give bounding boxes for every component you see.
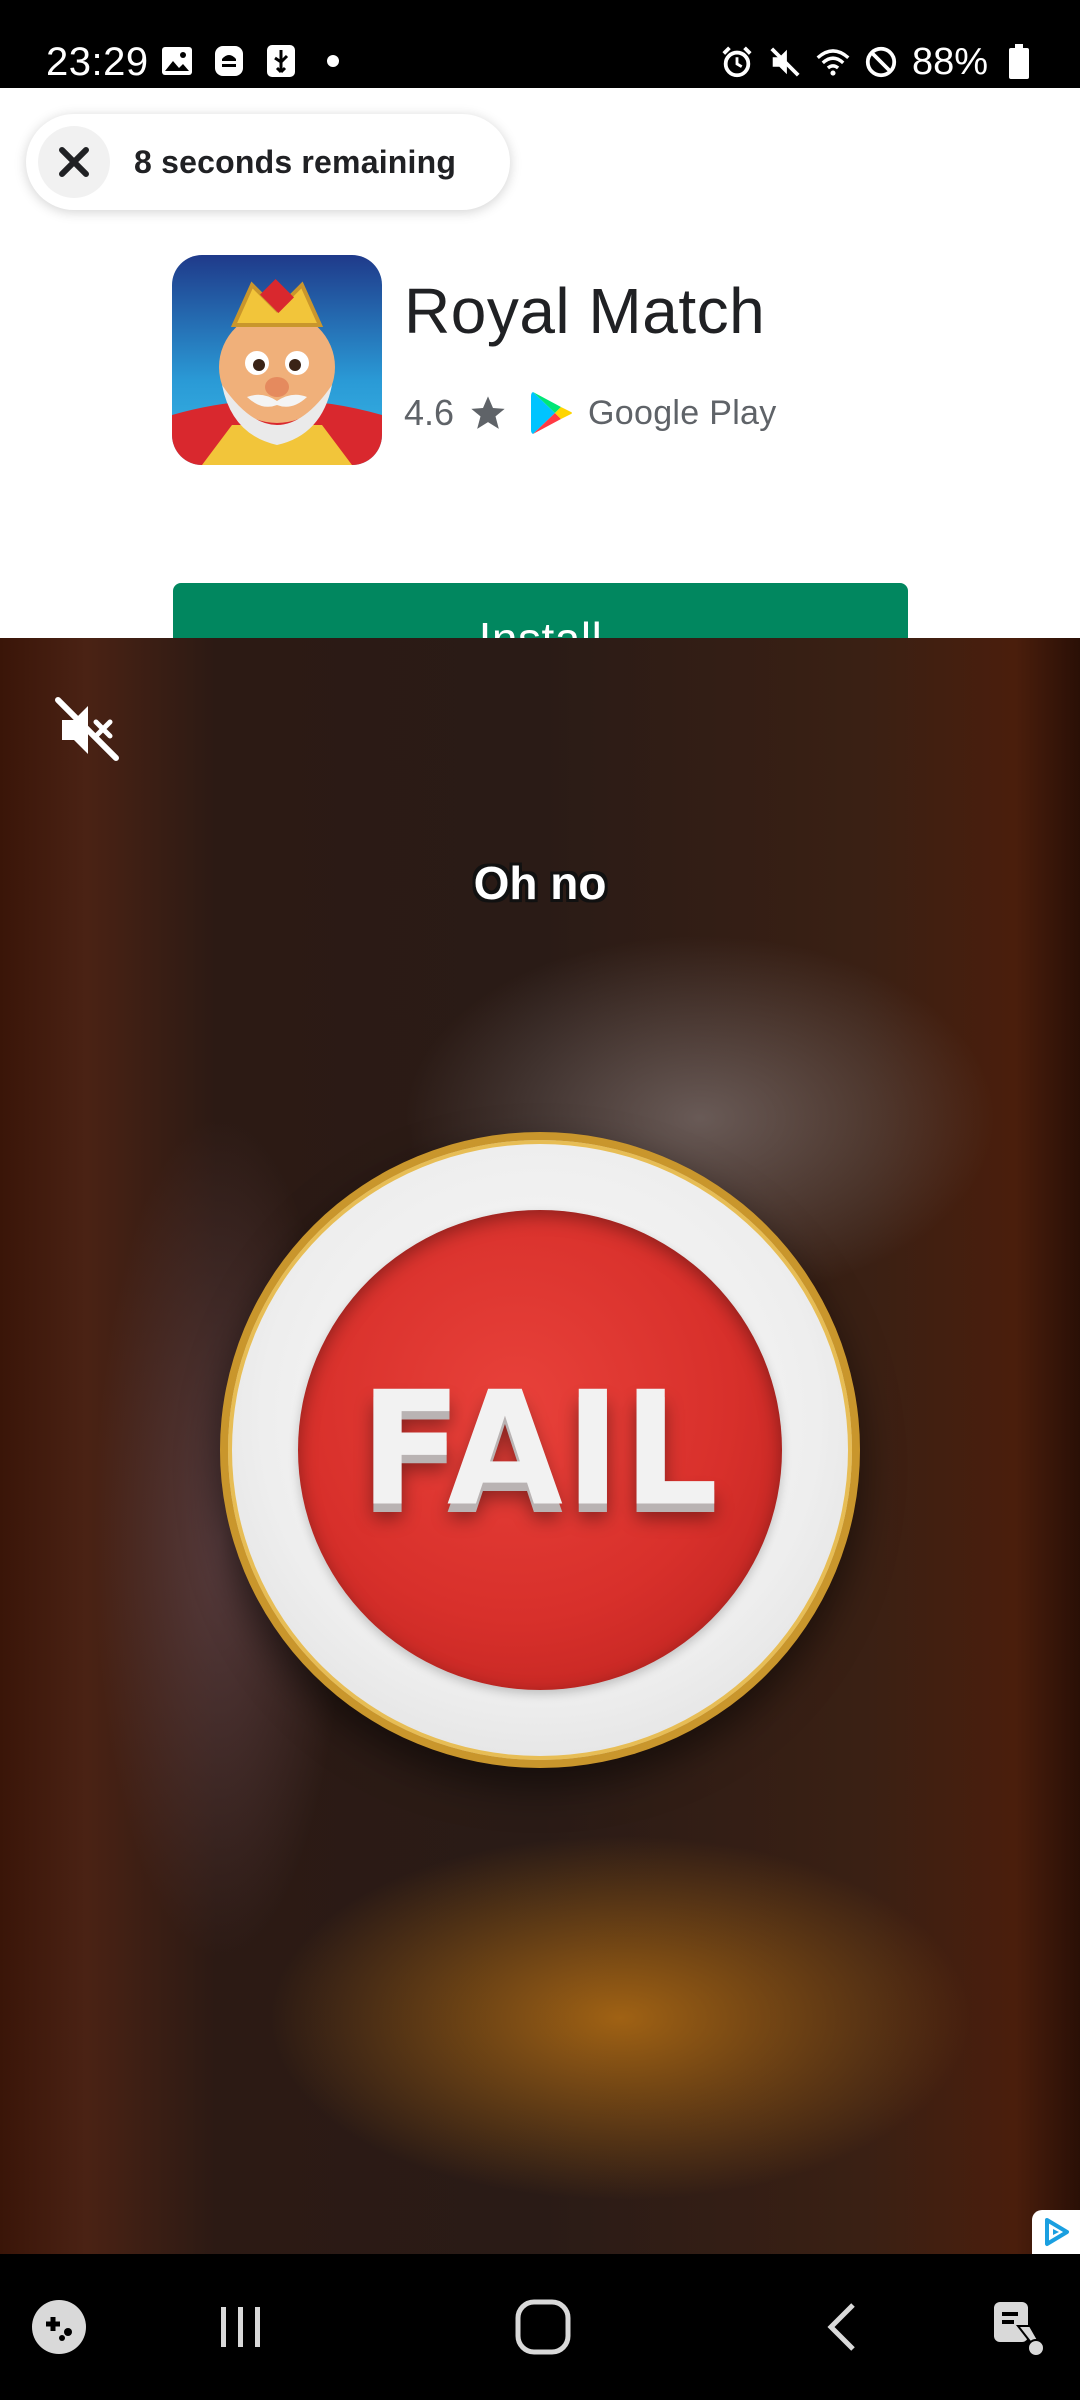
adchoices-icon[interactable] <box>1032 2210 1080 2254</box>
ad-header: 8 seconds remaining Royal Match 4.6 Goog… <box>0 88 1080 695</box>
google-play-icon <box>530 390 574 436</box>
video-caption: Oh no <box>473 857 607 909</box>
battery-percent: 88% <box>911 41 988 83</box>
battery-icon <box>1002 44 1036 79</box>
game-launcher-icon[interactable] <box>26 2294 92 2360</box>
wifi-icon <box>816 45 850 79</box>
app-meta: 4.6 Google Play <box>404 390 777 436</box>
nav-bar <box>0 2254 1080 2400</box>
star-icon <box>468 393 508 433</box>
volume-muted-icon[interactable] <box>52 694 124 766</box>
close-icon <box>59 147 89 177</box>
status-right-icons: 88% <box>720 42 1036 82</box>
assistant-icon[interactable] <box>986 2294 1052 2360</box>
fail-badge-center: FAIL <box>298 1210 782 1690</box>
dot-icon <box>316 44 350 78</box>
gallery-icon <box>160 44 194 78</box>
ad-timer-pill: 8 seconds remaining <box>26 114 510 210</box>
fail-badge-text: FAIL <box>359 1358 721 1542</box>
fail-badge: FAIL <box>220 1132 860 1768</box>
status-left-icons <box>160 44 350 78</box>
alarm-icon <box>720 45 754 79</box>
app-rating: 4.6 <box>404 392 455 433</box>
vpn-icon <box>212 44 246 78</box>
mute-icon <box>768 45 802 79</box>
recents-icon[interactable] <box>208 2294 274 2360</box>
google-play-label: Google Play <box>588 393 777 432</box>
ad-video[interactable]: Oh no FAIL <box>0 638 1080 2254</box>
status-time: 23:29 <box>46 40 149 84</box>
app-icon[interactable] <box>172 255 382 465</box>
home-icon[interactable] <box>510 2294 576 2360</box>
app-title[interactable]: Royal Match <box>404 274 765 348</box>
usb-debug-icon <box>264 44 298 78</box>
back-icon[interactable] <box>812 2294 878 2360</box>
ad-timer-text: 8 seconds remaining <box>134 143 457 180</box>
dnd-icon <box>864 45 898 79</box>
status-bar: 23:29 88% <box>0 0 1080 88</box>
close-ad-button[interactable] <box>38 126 110 198</box>
